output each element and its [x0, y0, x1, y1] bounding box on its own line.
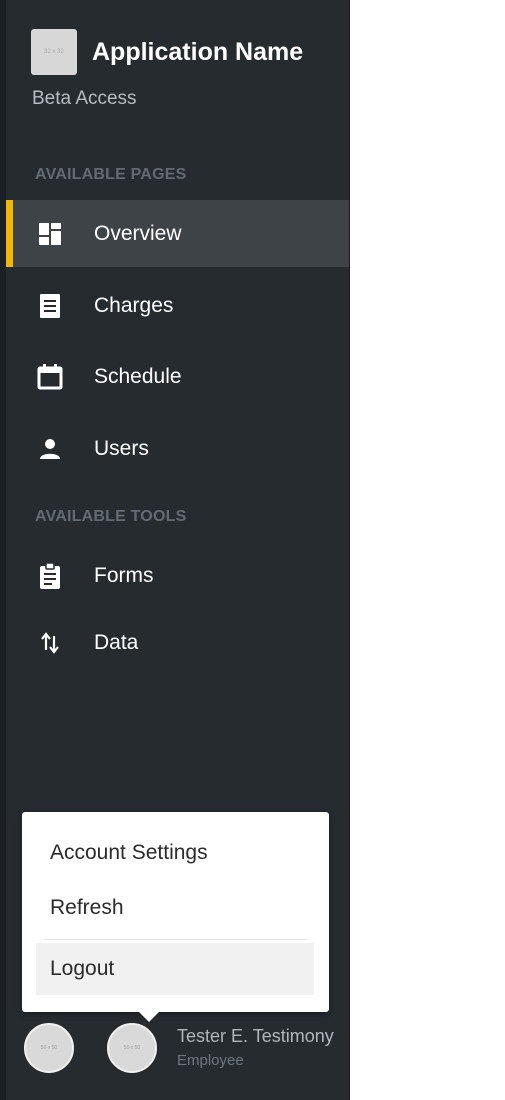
app-subtitle: Beta Access — [32, 88, 137, 109]
user-avatar[interactable]: 50 x 50 — [107, 1023, 157, 1073]
dashboard-icon — [35, 219, 65, 249]
avatar[interactable]: 50 x 50 — [24, 1023, 74, 1073]
user-role: Employee — [177, 1052, 244, 1069]
nav-item-users[interactable]: Users — [6, 415, 349, 482]
nav-label-overview: Overview — [94, 221, 182, 245]
app-name: Application Name — [92, 38, 304, 66]
receipt-icon — [35, 291, 65, 321]
nav-item-schedule[interactable]: Schedule — [6, 343, 349, 410]
account-settings-menu-item[interactable]: Account Settings — [36, 827, 314, 879]
menu-divider — [44, 939, 307, 940]
swap-vertical-icon — [35, 628, 65, 658]
clipboard-icon — [35, 561, 65, 591]
section-label-pages: AVAILABLE PAGES — [35, 166, 187, 183]
account-menu-popup: Account Settings Refresh Logout — [22, 812, 329, 1022]
nav-label-forms: Forms — [94, 563, 154, 587]
nav-item-charges[interactable]: Charges — [6, 272, 349, 339]
nav-item-forms[interactable]: Forms — [6, 542, 349, 609]
person-icon — [35, 434, 65, 464]
nav-item-data[interactable]: Data — [6, 609, 349, 676]
user-name[interactable]: Tester E. Testimony — [177, 1026, 334, 1047]
refresh-menu-item[interactable]: Refresh — [36, 882, 314, 934]
calendar-icon — [35, 362, 65, 392]
nav-item-overview[interactable]: Overview — [6, 200, 349, 267]
nav-label-users: Users — [94, 436, 149, 460]
section-label-tools: AVAILABLE TOOLS — [35, 508, 187, 525]
nav-label-data: Data — [94, 630, 139, 654]
brand-header: 32 x 32 Application Name Beta Access — [31, 29, 351, 119]
nav-label-schedule: Schedule — [94, 364, 182, 388]
app-logo: 32 x 32 — [31, 29, 77, 75]
nav-label-charges: Charges — [94, 293, 174, 317]
logout-menu-item[interactable]: Logout — [36, 943, 314, 995]
